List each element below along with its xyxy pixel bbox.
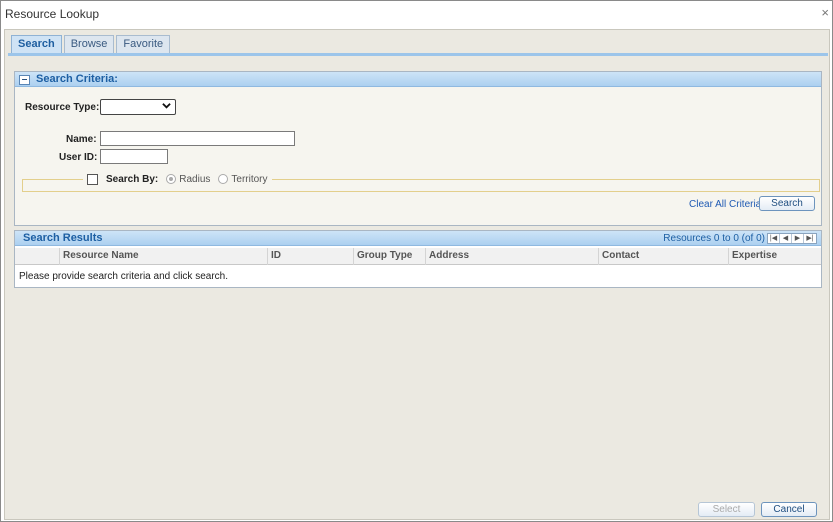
name-input[interactable] [100,131,295,146]
column-select [15,248,59,265]
next-page-icon[interactable]: ▶ [792,234,804,243]
select-button[interactable]: Select [698,502,755,517]
tab-underline [8,53,828,56]
column-resource-name[interactable]: Resource Name [59,248,267,265]
title-bar: Resource Lookup × [1,1,832,27]
column-id[interactable]: ID [267,248,353,265]
tab-strip: Search Browse Favorite [11,35,171,53]
dialog-title: Resource Lookup [5,7,100,21]
chevron-down-icon [162,103,171,109]
clear-all-criteria-link[interactable]: Clear All Criteria [689,199,761,210]
name-label: Name: [66,134,97,145]
search-by-checkbox[interactable] [87,173,98,185]
resource-lookup-dialog: Resource Lookup × Search Browse Favorite… [0,0,833,522]
collapse-icon[interactable]: – [19,75,30,85]
tab-search[interactable]: Search [11,35,62,53]
column-address[interactable]: Address [425,248,598,265]
search-results-panel: Search Results Resources 0 to 0 (of 0) |… [14,230,822,288]
cancel-button[interactable]: Cancel [761,502,817,517]
search-by-row: Search By: Radius Territory [83,171,272,187]
results-pager-area: Resources 0 to 0 (of 0) |◀ ◀ ▶ ▶| [663,233,817,244]
results-grid-header: Resource Name ID Group Type Address Cont… [15,248,821,265]
search-criteria-title: Search Criteria: [36,73,118,85]
dialog-body: Search Browse Favorite – Search Criteria… [4,29,830,520]
results-count: Resources 0 to 0 (of 0) [663,233,765,244]
pager: |◀ ◀ ▶ ▶| [767,233,817,244]
search-by-label: Search By: [106,173,159,185]
tab-browse[interactable]: Browse [63,35,115,53]
column-group-type[interactable]: Group Type [353,248,425,265]
territory-label: Territory [231,173,268,185]
close-icon[interactable]: × [821,6,829,19]
user-id-input[interactable] [100,149,168,164]
resource-type-select[interactable] [100,99,176,115]
radius-radio[interactable] [166,174,177,184]
search-criteria-header: – Search Criteria: [15,72,821,87]
user-id-label: User ID: [59,152,98,163]
search-button[interactable]: Search [759,196,815,211]
radius-label: Radius [179,173,211,185]
first-page-icon[interactable]: |◀ [768,234,780,243]
empty-results-message: Please provide search criteria and click… [19,271,228,282]
tab-favorite[interactable]: Favorite [116,35,171,53]
prev-page-icon[interactable]: ◀ [780,234,792,243]
last-page-icon[interactable]: ▶| [804,234,816,243]
resource-type-label: Resource Type: [25,102,100,113]
search-criteria-panel: – Search Criteria: Resource Type: Name: … [14,71,822,226]
territory-radio[interactable] [218,174,229,184]
search-results-title: Search Results [23,232,103,244]
search-results-header: Search Results Resources 0 to 0 (of 0) |… [15,231,821,246]
column-contact[interactable]: Contact [598,248,728,265]
column-expertise[interactable]: Expertise [728,248,821,265]
